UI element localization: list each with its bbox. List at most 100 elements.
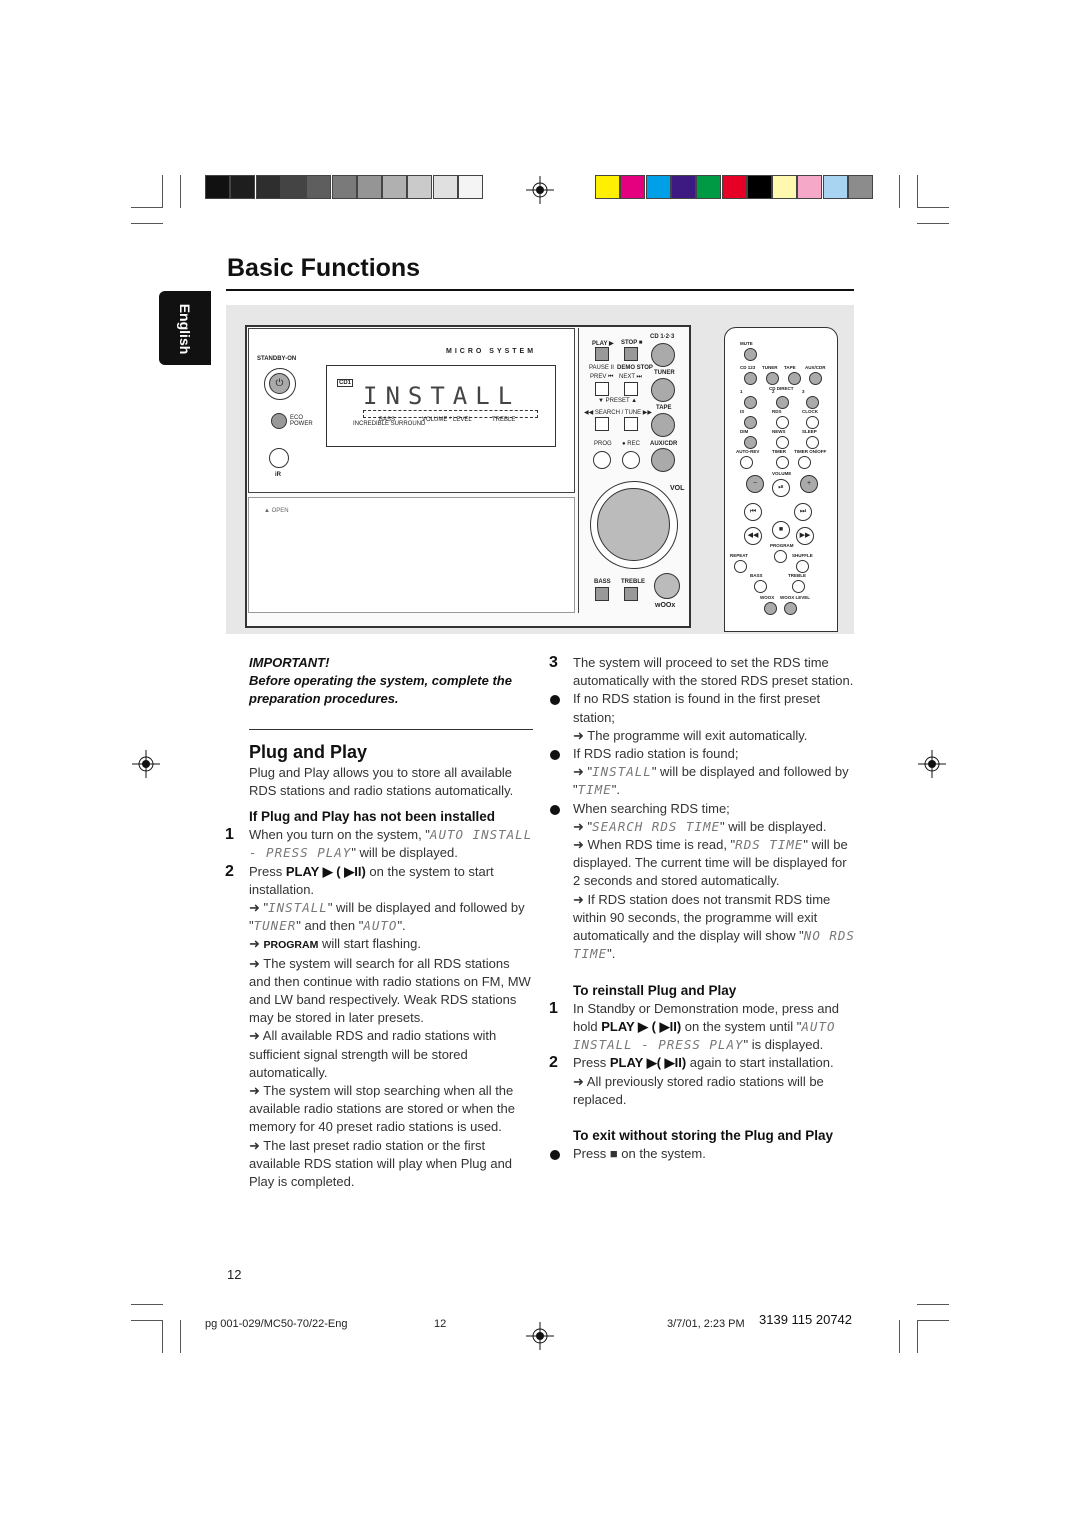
remote-button-sleep bbox=[806, 436, 819, 449]
bullet-icon bbox=[550, 1150, 560, 1161]
ir-sensor bbox=[269, 448, 289, 468]
remote-label-dim: DIM bbox=[740, 429, 749, 434]
gray-swatch bbox=[458, 175, 483, 199]
paragraph: ➜ All previously stored radio stations w… bbox=[573, 1073, 855, 1109]
cd123-label: CD 1·2·3 bbox=[650, 334, 675, 340]
remote-button-aux bbox=[809, 372, 822, 385]
text-run: If RDS radio station is found; bbox=[573, 746, 739, 762]
remote-label-cd123: CD 123 bbox=[740, 365, 756, 370]
title-rule bbox=[226, 289, 854, 291]
gray-swatch bbox=[306, 175, 332, 199]
tuner-button bbox=[651, 378, 675, 402]
standby-label: STANDBY-ON bbox=[257, 356, 297, 362]
remote-button-clock bbox=[806, 416, 819, 429]
paragraph: ➜ PROGRAM will start flashing. bbox=[249, 935, 533, 954]
language-tab-label: English bbox=[177, 303, 193, 355]
display-message: TIME bbox=[577, 782, 612, 798]
remote-label-sleep: SLEEP bbox=[802, 429, 817, 434]
text-run: Press bbox=[249, 863, 286, 879]
text-run: Plug and Play allows you to store all av… bbox=[249, 764, 514, 798]
remote-label-tuner: TUNER bbox=[762, 365, 778, 370]
remote-button-tuner bbox=[766, 372, 779, 385]
bullet-item: If RDS radio station is found; bbox=[550, 745, 855, 763]
text-run: ➜ All previously stored radio stations w… bbox=[573, 1073, 824, 1107]
paragraph: ➜ "SEARCH RDS TIME" will be displayed. bbox=[573, 818, 855, 836]
text-run: again to start installation. bbox=[686, 1055, 834, 1071]
volume-knob bbox=[590, 481, 678, 569]
text-run: If Plug and Play has not been installed bbox=[249, 809, 496, 825]
paragraph: Before operating the system, complete th… bbox=[249, 672, 533, 708]
remote-label-aux: AUX/CDR bbox=[805, 365, 826, 370]
display-bass: BASS bbox=[379, 417, 396, 423]
paragraph: ➜ The system will search for all RDS sta… bbox=[249, 955, 533, 1028]
product-illustration: MICRO SYSTEM STANDBY-ON ⏻ ECO POWER iR C… bbox=[226, 305, 854, 634]
prev-button bbox=[595, 382, 609, 396]
crop-mark bbox=[180, 175, 181, 208]
text-run: When searching RDS time; bbox=[573, 800, 730, 816]
subsection-heading: To exit without storing the Plug and Pla… bbox=[573, 1127, 855, 1145]
remote-transport-button: ■ bbox=[772, 521, 790, 539]
text-run: Plug and Play bbox=[249, 741, 368, 762]
search-label: ◀◀ SEARCH / TUNE ▶▶ bbox=[584, 410, 653, 416]
gray-swatch bbox=[407, 175, 433, 199]
footer-code: 3139 115 20742 bbox=[759, 1312, 853, 1327]
bass-button bbox=[595, 587, 609, 601]
step-number: 1 bbox=[225, 826, 234, 844]
remote-transport-button: ⏮ bbox=[744, 503, 762, 521]
rec-label: ● REC bbox=[622, 441, 640, 447]
color-swatch bbox=[746, 175, 772, 199]
remote-button-news bbox=[776, 436, 789, 449]
gray-swatch bbox=[331, 175, 357, 199]
open-label: ▲ OPEN bbox=[264, 508, 289, 514]
registration-mark-icon bbox=[132, 750, 160, 778]
text-run: ➜ When RDS time is read, " bbox=[573, 837, 736, 853]
bullet-item: If no RDS station is found in the first … bbox=[550, 690, 855, 726]
color-swatch bbox=[772, 175, 798, 199]
bullet-icon bbox=[550, 804, 560, 815]
footer-date: 3/7/01, 2:23 PM bbox=[667, 1318, 745, 1330]
text-run: Before operating the system, complete th… bbox=[249, 673, 512, 707]
aux-button bbox=[651, 448, 675, 472]
remote-cd-direct-label: CD DIRECT bbox=[769, 386, 794, 391]
paragraph: ➜ When RDS time is read, "RDS TIME" will… bbox=[573, 836, 855, 891]
numbered-step: 2 Press PLAY ▶ ( ▶II) on the system to st… bbox=[225, 863, 533, 899]
text-run: PLAY ▶ ( ▶II) bbox=[601, 1019, 682, 1035]
page-number: 12 bbox=[227, 1267, 242, 1282]
treble-label: TREBLE bbox=[621, 579, 645, 585]
standby-button: ⏻ bbox=[264, 368, 296, 400]
prev-label: PREV ⏮ bbox=[590, 374, 614, 380]
remote-transport-button: ▶▶ bbox=[796, 527, 814, 545]
gray-swatch bbox=[230, 175, 256, 199]
text-run: on the system until " bbox=[681, 1019, 802, 1035]
play-label: PLAY ▶ bbox=[592, 341, 614, 347]
remote-transport-button: ⏯ bbox=[772, 479, 790, 497]
remote-button-repeat bbox=[734, 560, 747, 573]
search-back-button bbox=[595, 417, 609, 431]
subsection-heading: To reinstall Plug and Play bbox=[573, 982, 855, 1000]
remote-label-autorev: AUTO-REV bbox=[736, 449, 760, 454]
remote-button-autorev bbox=[740, 456, 753, 469]
remote-label-program: PROGRAM bbox=[770, 543, 794, 548]
numbered-step: 3 The system will proceed to set the RDS … bbox=[549, 654, 855, 690]
paragraph: ➜ "INSTALL" will be displayed and follow… bbox=[573, 763, 855, 799]
remote-label-bass: BASS bbox=[750, 573, 763, 578]
remote-label-news: NEWS bbox=[772, 429, 786, 434]
gray-swatch bbox=[382, 175, 408, 199]
crop-mark bbox=[917, 207, 949, 208]
text-run: ➜ " bbox=[573, 818, 593, 834]
display-volume: VOLUME * LEVEL bbox=[422, 417, 472, 423]
next-button bbox=[624, 382, 638, 396]
remote-button-is bbox=[744, 416, 757, 429]
remote-button-bass bbox=[754, 580, 767, 593]
cassette-door bbox=[248, 497, 575, 613]
display-message: INSTALL bbox=[592, 764, 652, 780]
left-column: IMPORTANT! Before operating the system, c… bbox=[225, 654, 533, 1191]
remote-button-n3 bbox=[806, 396, 819, 409]
remote-label-treble: TREBLE bbox=[788, 573, 806, 578]
color-swatch bbox=[670, 175, 696, 199]
paragraph: ➜ The system will stop searching when al… bbox=[249, 1082, 533, 1137]
crop-mark bbox=[917, 1320, 918, 1353]
prog-button bbox=[593, 451, 611, 469]
paragraph: IMPORTANT! bbox=[249, 654, 533, 672]
